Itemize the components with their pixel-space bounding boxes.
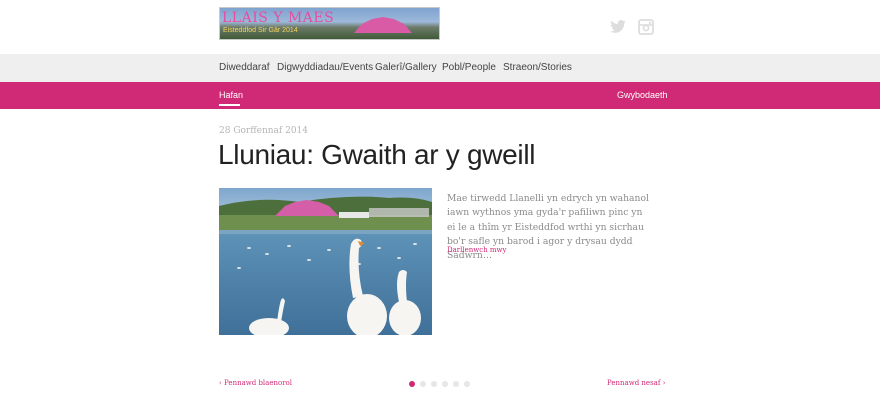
slide-dot[interactable] bbox=[431, 381, 437, 387]
slide-dot[interactable] bbox=[442, 381, 448, 387]
nav-item-hafan[interactable]: Hafan bbox=[219, 90, 243, 100]
main-navigation: Diweddaraf Digwyddiadau/Events Galerî/Ga… bbox=[0, 54, 880, 82]
nav-item-gallery[interactable]: Galerî/Gallery bbox=[375, 62, 437, 73]
article-date: 28 Gorffennaf 2014 bbox=[219, 126, 308, 136]
nav-item-gwybodaeth[interactable]: Gwybodaeth bbox=[617, 90, 668, 100]
nav-item-events[interactable]: Digwyddiadau/Events bbox=[277, 62, 373, 73]
nav-item-stories[interactable]: Straeon/Stories bbox=[503, 62, 572, 73]
nav-item-people[interactable]: Pobl/People bbox=[442, 62, 496, 73]
pavilion-illustration bbox=[354, 17, 412, 33]
slide-dot[interactable] bbox=[409, 381, 415, 387]
nav-item-diweddaraf[interactable]: Diweddaraf bbox=[219, 62, 270, 73]
logo-subtitle: Eisteddfod Sir Gâr 2014 bbox=[223, 27, 298, 34]
instagram-icon[interactable] bbox=[638, 19, 654, 35]
next-headline-link[interactable]: Pennawd nesaf › bbox=[607, 379, 665, 387]
article-image[interactable] bbox=[219, 188, 432, 335]
previous-headline-link[interactable]: ‹ Pennawd blaenorol bbox=[219, 379, 292, 387]
twitter-icon[interactable] bbox=[609, 18, 627, 35]
slide-dot[interactable] bbox=[464, 381, 470, 387]
logo-title: LLAIS Y MAES bbox=[222, 10, 335, 26]
slide-dot[interactable] bbox=[420, 381, 426, 387]
read-more-link[interactable]: Darllenwch mwy bbox=[447, 246, 507, 254]
article-title[interactable]: Lluniau: Gwaith ar y gweill bbox=[218, 139, 535, 171]
slide-dot[interactable] bbox=[453, 381, 459, 387]
active-tab-indicator bbox=[219, 104, 240, 106]
site-logo[interactable]: LLAIS Y MAES Eisteddfod Sir Gâr 2014 bbox=[219, 7, 440, 40]
sub-navigation: Hafan Gwybodaeth bbox=[0, 82, 880, 109]
